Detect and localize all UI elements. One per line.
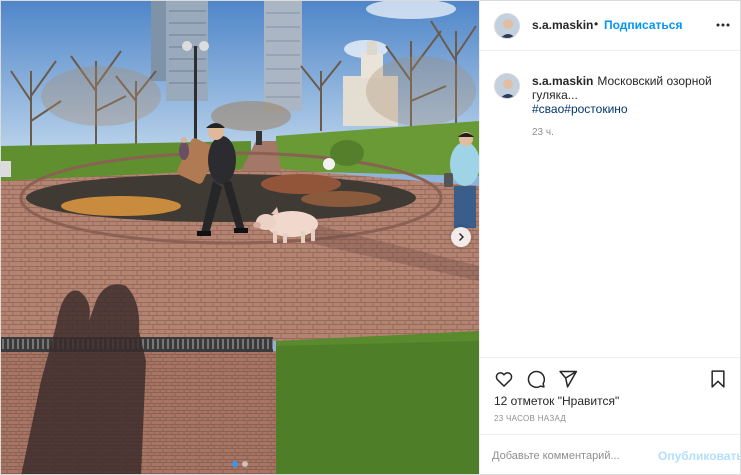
post-actions — [480, 357, 740, 358]
carousel-indicator — [1, 461, 479, 467]
post-side-panel: s.a.maskin • Подписаться s.a.maskin Моск… — [479, 1, 740, 474]
comment-icon — [527, 370, 546, 389]
share-button[interactable] — [556, 367, 580, 391]
caption-avatar[interactable] — [494, 73, 520, 99]
more-options-icon — [716, 23, 730, 27]
post-timestamp[interactable]: 23 ЧАСОВ НАЗАД — [494, 414, 566, 423]
follow-button[interactable]: Подписаться — [604, 18, 682, 32]
hashtag-link[interactable]: #ростокино — [564, 102, 627, 116]
comment-input[interactable] — [492, 447, 642, 465]
caption-text: s.a.maskin Московский озорной гуляка... — [532, 74, 722, 102]
carousel-dot-1 — [232, 461, 238, 467]
save-button[interactable] — [706, 367, 730, 391]
separator-bullet: • — [594, 17, 599, 31]
post-photo[interactable] — [1, 1, 479, 474]
caption-hashtags: #свао#ростокино — [532, 102, 628, 116]
caption-username[interactable]: s.a.maskin — [532, 74, 593, 88]
carousel-dot-2 — [242, 461, 248, 467]
like-button[interactable] — [492, 367, 516, 391]
caption-timestamp[interactable]: 23 ч. — [532, 127, 554, 138]
hashtag-link[interactable]: #свао — [532, 102, 564, 116]
chevron-right-icon — [459, 233, 464, 241]
more-options-button[interactable] — [712, 15, 734, 35]
heart-icon — [495, 372, 513, 387]
instagram-post: s.a.maskin • Подписаться s.a.maskin Моск… — [0, 0, 741, 475]
photo-scene — [1, 1, 479, 474]
author-username[interactable]: s.a.maskin — [532, 18, 593, 32]
post-header: s.a.maskin • Подписаться — [480, 1, 740, 51]
send-icon — [559, 370, 578, 388]
publish-button[interactable]: Опубликовать — [658, 449, 740, 463]
likes-count[interactable]: 12 отметок "Нравится" — [494, 394, 619, 408]
comment-bar: Опубликовать — [480, 434, 740, 474]
bookmark-icon — [711, 370, 725, 388]
comment-button[interactable] — [524, 367, 548, 391]
author-avatar[interactable] — [494, 13, 520, 39]
next-photo-button[interactable] — [451, 227, 471, 247]
